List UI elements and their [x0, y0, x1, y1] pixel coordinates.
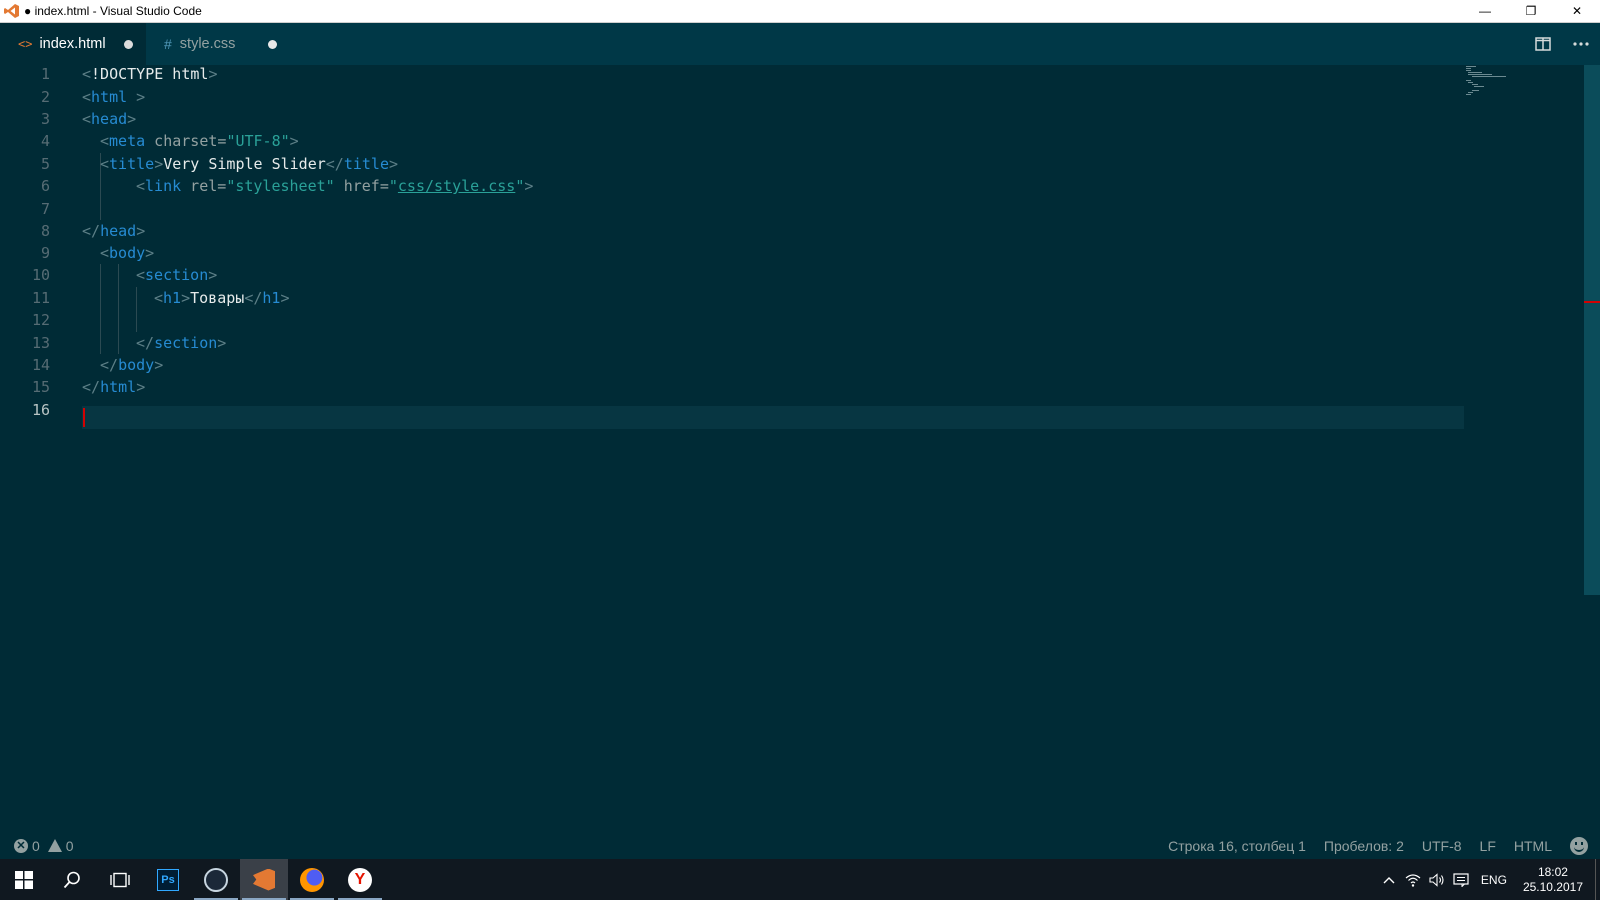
code-line-4: <meta charset="UTF-8">: [100, 132, 299, 150]
stylesheet-link[interactable]: css/style.css: [398, 177, 515, 195]
code-line-3: <head>: [82, 110, 137, 128]
tab-label: index.html: [39, 36, 106, 52]
window-title: ● index.html - Visual Studio Code: [24, 4, 202, 18]
vscode-icon: [253, 868, 275, 891]
vertical-scrollbar[interactable]: [1584, 65, 1600, 595]
input-language[interactable]: ENG: [1481, 873, 1507, 887]
code-line-10: <section>: [136, 266, 218, 284]
code-line-6: <link rel="stylesheet" href="css/style.c…: [136, 177, 534, 195]
line-number: 13: [31, 334, 50, 352]
indent-guide: [100, 264, 101, 354]
yandex-browser-icon: Y: [348, 867, 372, 892]
line-number: 6: [40, 177, 50, 195]
taskbar-vscode[interactable]: [240, 859, 288, 900]
taskbar-firefox[interactable]: [288, 859, 336, 900]
current-line-highlight: [82, 406, 1464, 429]
line-number: 14: [31, 356, 50, 374]
encoding-status[interactable]: UTF-8: [1422, 838, 1462, 854]
tab-label: style.css: [179, 36, 236, 52]
feedback-smiley-icon[interactable]: [1570, 836, 1588, 855]
windows-taskbar: Ps Y ENG 18:02 25.10.2017: [0, 859, 1600, 900]
cursor-position-marker: [1584, 301, 1600, 303]
window-controls: — ❐ ✕: [1462, 0, 1600, 23]
editor-tab-bar: <> index.html # style.css: [0, 23, 1600, 65]
show-hidden-icons-chevron-icon[interactable]: [1378, 859, 1400, 900]
status-bar: ✕ 0 0 Строка 16, столбец 1 Пробелов: 2 U…: [0, 832, 1600, 859]
code-line-5: <title>Very Simple Slider</title>: [100, 155, 399, 173]
taskbar-yandex-browser[interactable]: Y: [336, 859, 384, 900]
task-view-icon: [110, 872, 130, 887]
taskbar-photoshop[interactable]: Ps: [144, 859, 192, 900]
clock-time: 18:02: [1537, 864, 1568, 879]
unsaved-dot-icon[interactable]: [124, 40, 133, 49]
code-line-2: <html >: [82, 88, 146, 106]
line-number: 7: [40, 200, 50, 218]
steam-icon: [204, 867, 228, 892]
split-editor-icon[interactable]: [1524, 23, 1562, 65]
language-mode-status[interactable]: HTML: [1514, 838, 1552, 854]
line-number: 1: [40, 65, 50, 83]
line-number: 11: [31, 289, 50, 307]
tab-index-html[interactable]: <> index.html: [0, 23, 146, 65]
text-cursor: [83, 408, 85, 427]
title-bar: ● index.html - Visual Studio Code — ❐ ✕: [0, 0, 1600, 23]
system-tray: ENG 18:02 25.10.2017: [1377, 859, 1600, 900]
close-button[interactable]: ✕: [1554, 0, 1600, 22]
warning-count: 0: [65, 837, 74, 854]
code-line-14: </body>: [100, 356, 164, 374]
more-actions-icon[interactable]: [1562, 23, 1600, 65]
windows-logo-icon: [15, 870, 33, 889]
start-button[interactable]: [0, 859, 48, 900]
show-desktop-button[interactable]: [1595, 859, 1600, 900]
code-editor[interactable]: 1 2 3 4 5 6 7 8 9 10 11 12 13 14 15 16 <…: [0, 65, 1600, 832]
minimize-button[interactable]: —: [1462, 0, 1508, 22]
error-count: 0: [32, 837, 40, 854]
minimap[interactable]: [1464, 65, 1584, 105]
cursor-position-status[interactable]: Строка 16, столбец 1: [1168, 838, 1306, 854]
vscode-logo-icon: [4, 3, 20, 19]
line-number: 10: [31, 266, 50, 284]
line-number: 3: [40, 110, 50, 128]
volume-icon[interactable]: [1426, 859, 1448, 900]
line-number-current: 16: [31, 401, 50, 419]
search-button[interactable]: [48, 859, 96, 900]
unsaved-dot-icon[interactable]: [268, 40, 277, 49]
line-number: 5: [40, 155, 50, 173]
code-line-9: <body>: [100, 244, 155, 262]
photoshop-icon: Ps: [157, 868, 179, 891]
taskbar-steam[interactable]: [192, 859, 240, 900]
line-number: 15: [31, 378, 50, 396]
line-number: 12: [31, 311, 50, 329]
code-line-1: <!DOCTYPE html>: [82, 65, 218, 83]
clock-date: 25.10.2017: [1522, 879, 1583, 894]
code-line-11: <h1>Товары</h1>: [154, 289, 290, 307]
indent-guide: [136, 287, 137, 332]
restore-button[interactable]: ❐: [1508, 0, 1554, 22]
line-number: 9: [40, 244, 50, 262]
code-line-15: </html>: [82, 378, 146, 396]
warning-icon: [47, 839, 62, 852]
line-number: 4: [40, 132, 50, 150]
error-icon: ✕: [14, 838, 28, 853]
css-file-icon: #: [164, 36, 172, 52]
code-line-8: </head>: [82, 222, 146, 240]
eol-status[interactable]: LF: [1480, 838, 1496, 854]
system-clock[interactable]: 18:02 25.10.2017: [1523, 865, 1583, 895]
problems-indicator[interactable]: ✕ 0 0: [14, 838, 74, 854]
network-icon[interactable]: [1402, 859, 1424, 900]
indentation-status[interactable]: Пробелов: 2: [1324, 838, 1404, 854]
action-center-icon[interactable]: [1450, 859, 1472, 900]
html-file-icon: <>: [18, 37, 33, 51]
line-number: 8: [40, 222, 50, 240]
line-number: 2: [40, 88, 50, 106]
task-view-button[interactable]: [96, 859, 144, 900]
indent-guide: [118, 264, 119, 354]
tab-style-css[interactable]: # style.css: [146, 23, 286, 65]
code-line-13: </section>: [136, 334, 227, 352]
search-icon: [63, 871, 80, 888]
firefox-icon: [300, 867, 324, 892]
tab-actions: [1524, 23, 1600, 65]
